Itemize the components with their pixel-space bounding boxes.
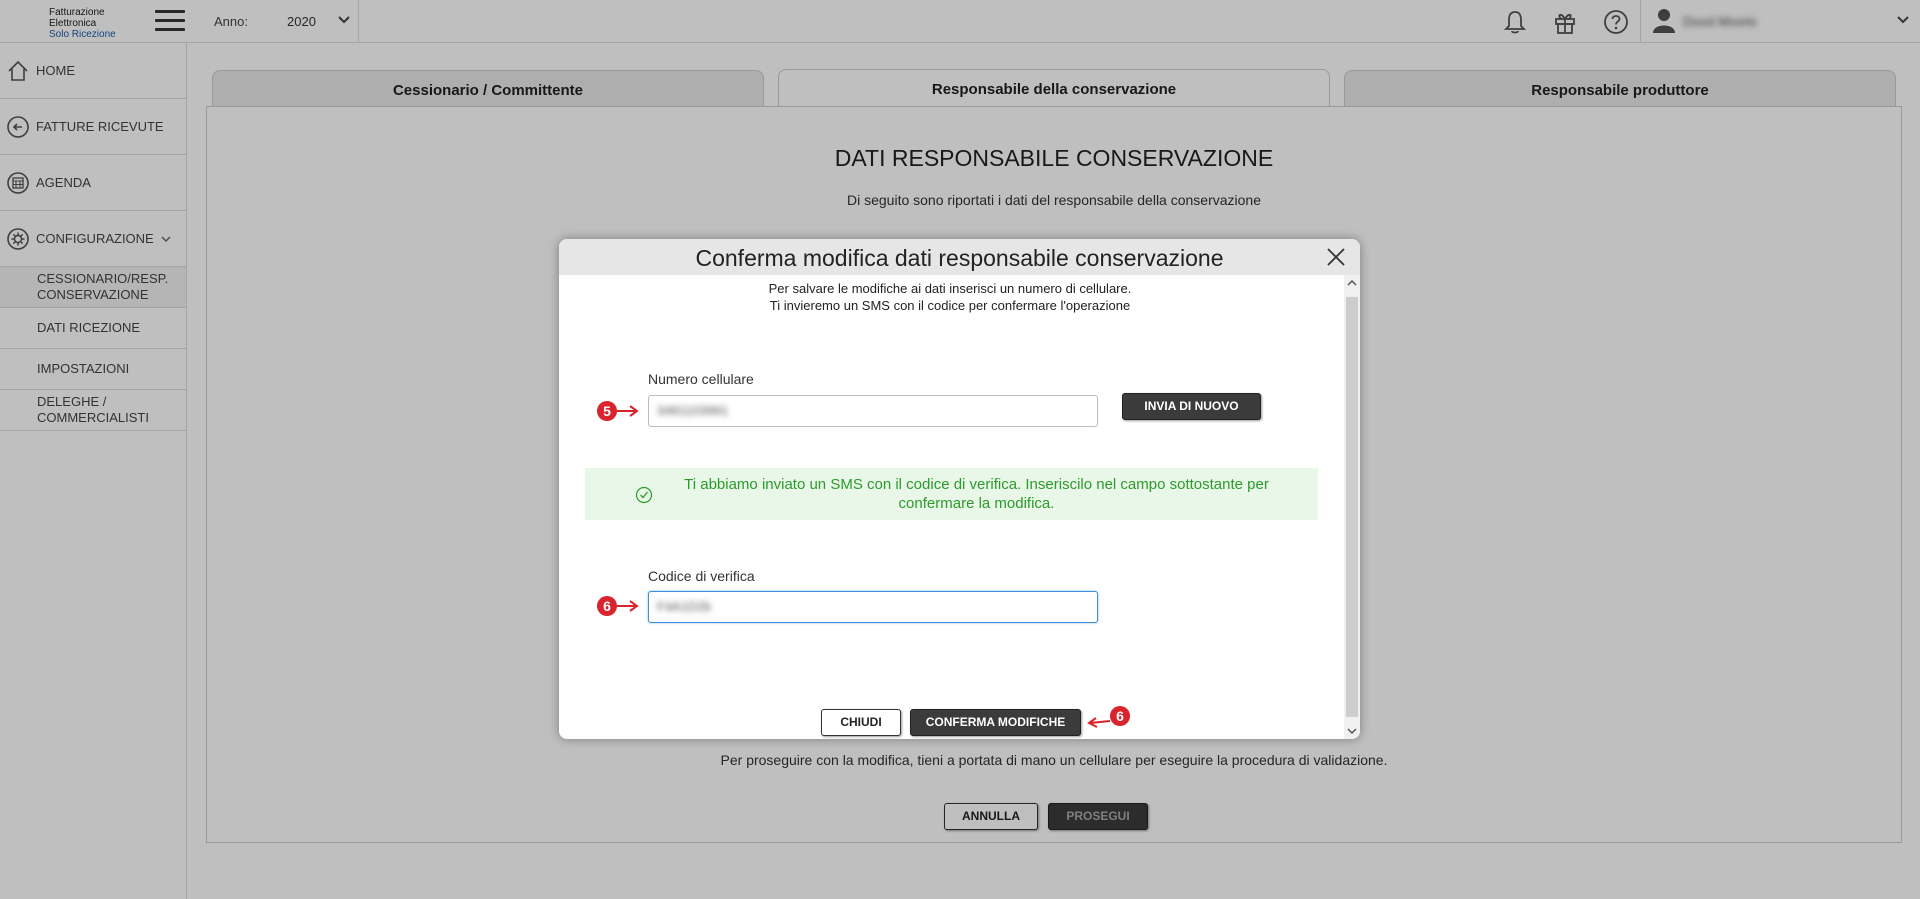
verification-code-input[interactable]: F4A1D2k xyxy=(648,591,1098,623)
scroll-up-icon[interactable] xyxy=(1347,279,1357,287)
resend-button[interactable]: INVIA DI NUOVO xyxy=(1122,393,1261,420)
step-marker-code: 6 xyxy=(597,596,639,616)
scrollbar-thumb[interactable] xyxy=(1346,297,1358,717)
phone-input[interactable]: 3481103991 xyxy=(648,395,1098,427)
confirm-modal: Conferma modifica dati responsabile cons… xyxy=(559,239,1360,739)
sms-sent-alert: Ti abbiamo inviato un SMS con il codice … xyxy=(585,468,1318,520)
check-circle-icon xyxy=(635,486,653,504)
modal-title: Conferma modifica dati responsabile cons… xyxy=(559,239,1360,275)
phone-value: 3481103991 xyxy=(657,403,729,418)
close-button[interactable]: CHIUDI xyxy=(821,709,901,736)
code-value: F4A1D2k xyxy=(657,599,712,614)
close-icon[interactable] xyxy=(1326,247,1346,267)
modal-scrollbar[interactable] xyxy=(1344,275,1360,739)
phone-label: Numero cellulare xyxy=(648,371,754,387)
step-marker-phone: 5 xyxy=(597,401,639,421)
scroll-down-icon[interactable] xyxy=(1347,727,1357,735)
confirm-changes-button[interactable]: CONFERMA MODIFICHE xyxy=(910,709,1081,736)
code-label: Codice di verifica xyxy=(648,568,755,584)
intro-line1: Per salvare le modifiche ai dati inseris… xyxy=(768,281,1132,296)
intro-line2: Ti invieremo un SMS con il codice per co… xyxy=(769,298,1131,313)
alert-text: Ti abbiamo inviato un SMS con il codice … xyxy=(684,476,1269,512)
step-marker-confirm: 6 xyxy=(1087,706,1130,728)
marker-number: 5 xyxy=(603,403,611,419)
modal-intro: Per salvare le modifiche ai dati inseris… xyxy=(559,280,1341,314)
marker-number: 6 xyxy=(603,598,611,614)
marker-number: 6 xyxy=(1116,708,1124,724)
